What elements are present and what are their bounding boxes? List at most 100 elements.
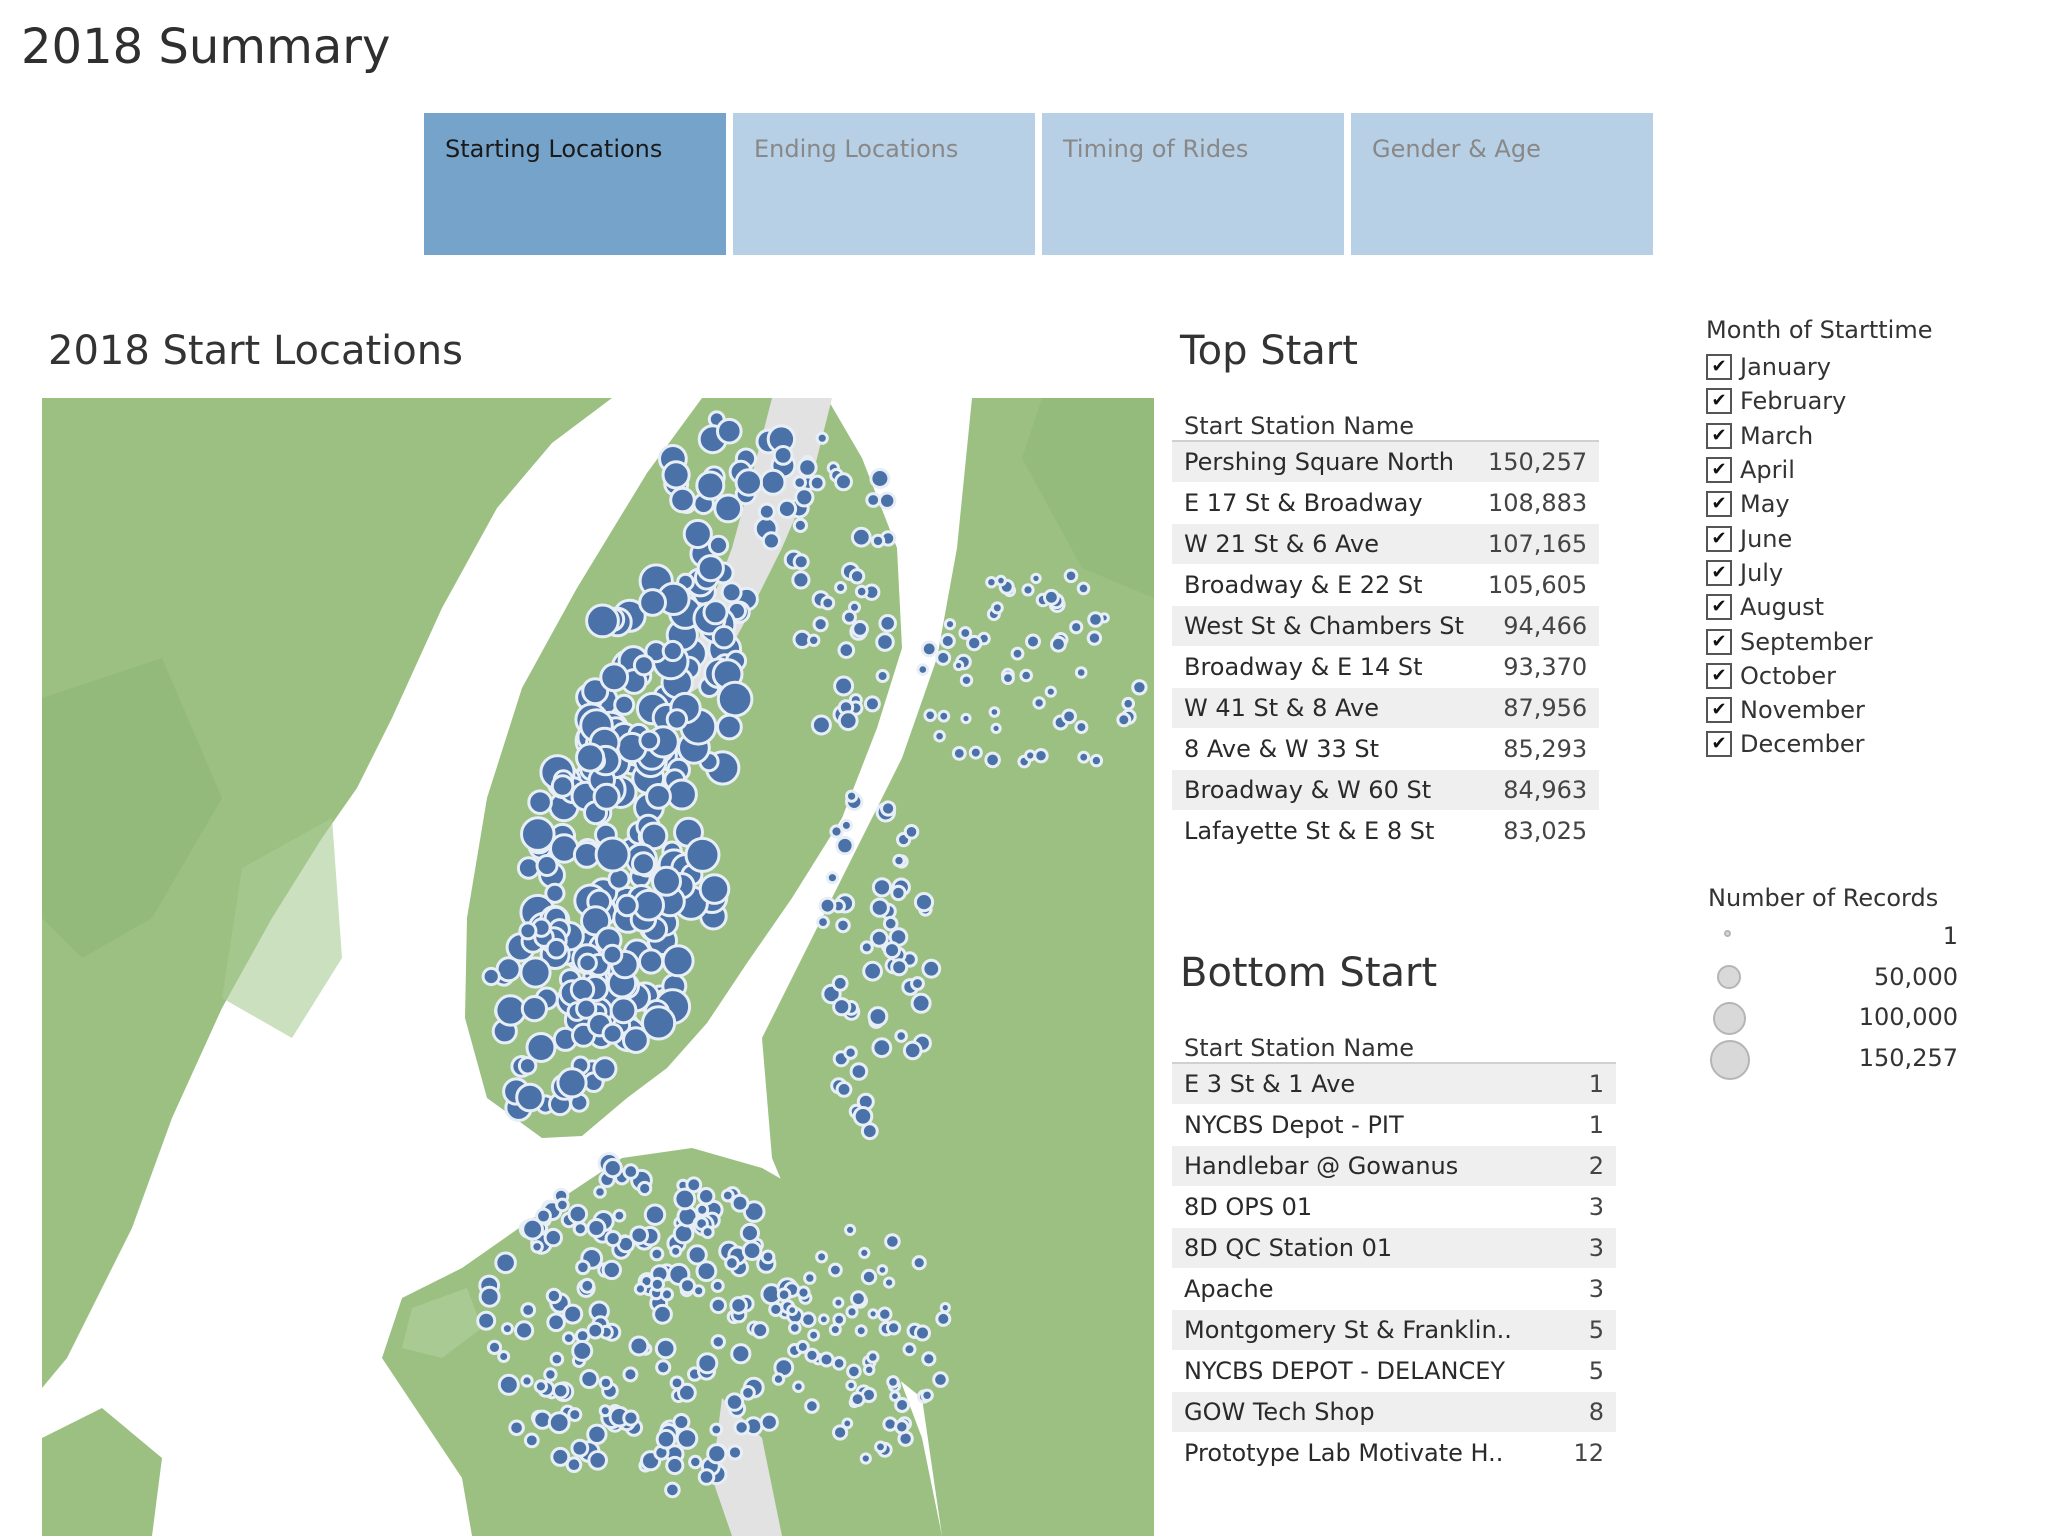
station-marker[interactable] xyxy=(569,976,596,1003)
station-marker[interactable] xyxy=(865,492,882,508)
station-marker[interactable] xyxy=(894,1419,910,1435)
station-marker[interactable] xyxy=(520,816,556,852)
table-row[interactable]: Broadway & E 14 St 93,370 xyxy=(1172,646,1600,688)
station-marker[interactable] xyxy=(710,1334,726,1350)
station-marker[interactable] xyxy=(835,1081,853,1098)
station-marker[interactable] xyxy=(571,1339,594,1362)
station-marker[interactable] xyxy=(716,417,743,445)
station-marker[interactable] xyxy=(960,712,972,725)
tab-starting-locations[interactable]: Starting Locations xyxy=(424,113,726,255)
station-marker[interactable] xyxy=(867,1006,889,1027)
station-marker[interactable] xyxy=(911,1255,927,1271)
station-marker[interactable] xyxy=(984,751,1001,769)
station-marker[interactable] xyxy=(795,1339,810,1354)
station-marker[interactable] xyxy=(527,789,553,816)
station-marker[interactable] xyxy=(902,1040,923,1061)
station-marker[interactable] xyxy=(860,1268,878,1286)
table-row[interactable]: 8D QC Station 01 3 xyxy=(1172,1227,1616,1269)
station-marker[interactable] xyxy=(695,1260,718,1283)
station-marker[interactable] xyxy=(870,533,886,549)
month-option-july[interactable]: ✔ July xyxy=(1706,556,1966,590)
checkbox[interactable]: ✔ xyxy=(1706,559,1732,586)
table-row[interactable]: Montgomery St & Franklin.. 5 xyxy=(1172,1309,1616,1351)
station-marker[interactable] xyxy=(572,1221,588,1237)
station-marker[interactable] xyxy=(622,1409,640,1427)
station-marker[interactable] xyxy=(516,856,541,880)
station-marker[interactable] xyxy=(730,1193,750,1213)
month-option-january[interactable]: ✔ January xyxy=(1706,350,1966,384)
station-marker[interactable] xyxy=(661,460,691,490)
station-marker[interactable] xyxy=(804,1398,820,1414)
station-marker[interactable] xyxy=(835,917,851,934)
station-marker[interactable] xyxy=(818,1351,835,1368)
station-marker[interactable] xyxy=(831,974,849,992)
station-marker[interactable] xyxy=(638,729,661,752)
station-marker[interactable] xyxy=(604,1230,622,1248)
station-marker[interactable] xyxy=(792,553,810,571)
month-option-december[interactable]: ✔ December xyxy=(1706,727,1966,761)
station-marker[interactable] xyxy=(816,915,830,929)
station-marker[interactable] xyxy=(875,669,890,683)
station-marker[interactable] xyxy=(951,746,967,761)
checkbox[interactable]: ✔ xyxy=(1706,697,1732,724)
station-marker[interactable] xyxy=(786,1304,799,1317)
station-marker[interactable] xyxy=(863,1363,876,1376)
station-marker[interactable] xyxy=(817,1313,830,1326)
station-marker[interactable] xyxy=(757,502,776,521)
station-marker[interactable] xyxy=(622,1366,639,1383)
station-marker[interactable] xyxy=(523,1432,540,1449)
station-marker[interactable] xyxy=(476,1310,497,1331)
station-marker[interactable] xyxy=(665,708,689,731)
station-marker[interactable] xyxy=(892,853,906,868)
station-marker[interactable] xyxy=(724,1392,745,1412)
table-row[interactable]: Apache 3 xyxy=(1172,1268,1616,1310)
table-row[interactable]: NYCBS DEPOT - DELANCEY 5 xyxy=(1172,1350,1616,1392)
station-marker[interactable] xyxy=(902,1342,917,1357)
station-marker[interactable] xyxy=(966,634,983,652)
station-marker[interactable] xyxy=(612,1208,627,1223)
table-row[interactable]: Lafayette St & E 8 St 83,025 xyxy=(1172,810,1600,852)
table-row[interactable]: GOW Tech Shop 8 xyxy=(1172,1391,1616,1433)
station-marker[interactable] xyxy=(669,1375,685,1391)
station-marker[interactable] xyxy=(935,649,952,666)
station-marker[interactable] xyxy=(883,1276,896,1289)
station-marker[interactable] xyxy=(696,554,725,583)
station-marker[interactable] xyxy=(1076,581,1091,596)
station-marker[interactable] xyxy=(920,1388,934,1402)
station-marker[interactable] xyxy=(903,824,920,840)
station-marker[interactable] xyxy=(751,1321,770,1340)
station-marker[interactable] xyxy=(688,1454,703,1470)
station-marker[interactable] xyxy=(859,940,874,955)
station-marker[interactable] xyxy=(672,1413,691,1431)
station-marker[interactable] xyxy=(494,1251,517,1275)
station-marker[interactable] xyxy=(959,673,974,687)
station-marker[interactable] xyxy=(716,713,743,741)
station-marker[interactable] xyxy=(632,654,655,677)
table-row[interactable]: 8 Ave & W 33 St 85,293 xyxy=(1172,728,1600,770)
station-marker[interactable] xyxy=(1043,588,1060,606)
station-marker[interactable] xyxy=(593,1185,607,1199)
map-canvas[interactable] xyxy=(42,398,1154,1536)
station-marker[interactable] xyxy=(697,1468,716,1486)
station-marker[interactable] xyxy=(845,1305,859,1319)
station-marker[interactable] xyxy=(696,1352,719,1375)
checkbox[interactable]: ✔ xyxy=(1706,525,1732,552)
station-marker[interactable] xyxy=(937,709,951,723)
station-marker[interactable] xyxy=(796,1285,811,1300)
station-marker[interactable] xyxy=(520,995,548,1023)
station-marker[interactable] xyxy=(702,599,729,626)
station-marker[interactable] xyxy=(858,1246,871,1260)
station-marker[interactable] xyxy=(649,1246,665,1262)
station-marker[interactable] xyxy=(995,574,1007,587)
station-marker[interactable] xyxy=(1050,635,1067,653)
station-map[interactable] xyxy=(42,398,1154,1536)
station-marker[interactable] xyxy=(734,468,763,497)
station-marker[interactable] xyxy=(709,1422,724,1437)
station-marker[interactable] xyxy=(549,1351,565,1367)
station-marker[interactable] xyxy=(716,680,754,718)
station-marker[interactable] xyxy=(854,584,869,599)
table-row[interactable]: E 17 St & Broadway 108,883 xyxy=(1172,482,1600,524)
month-option-august[interactable]: ✔ August xyxy=(1706,590,1966,624)
station-marker[interactable] xyxy=(841,1417,854,1430)
station-marker[interactable] xyxy=(808,474,826,492)
